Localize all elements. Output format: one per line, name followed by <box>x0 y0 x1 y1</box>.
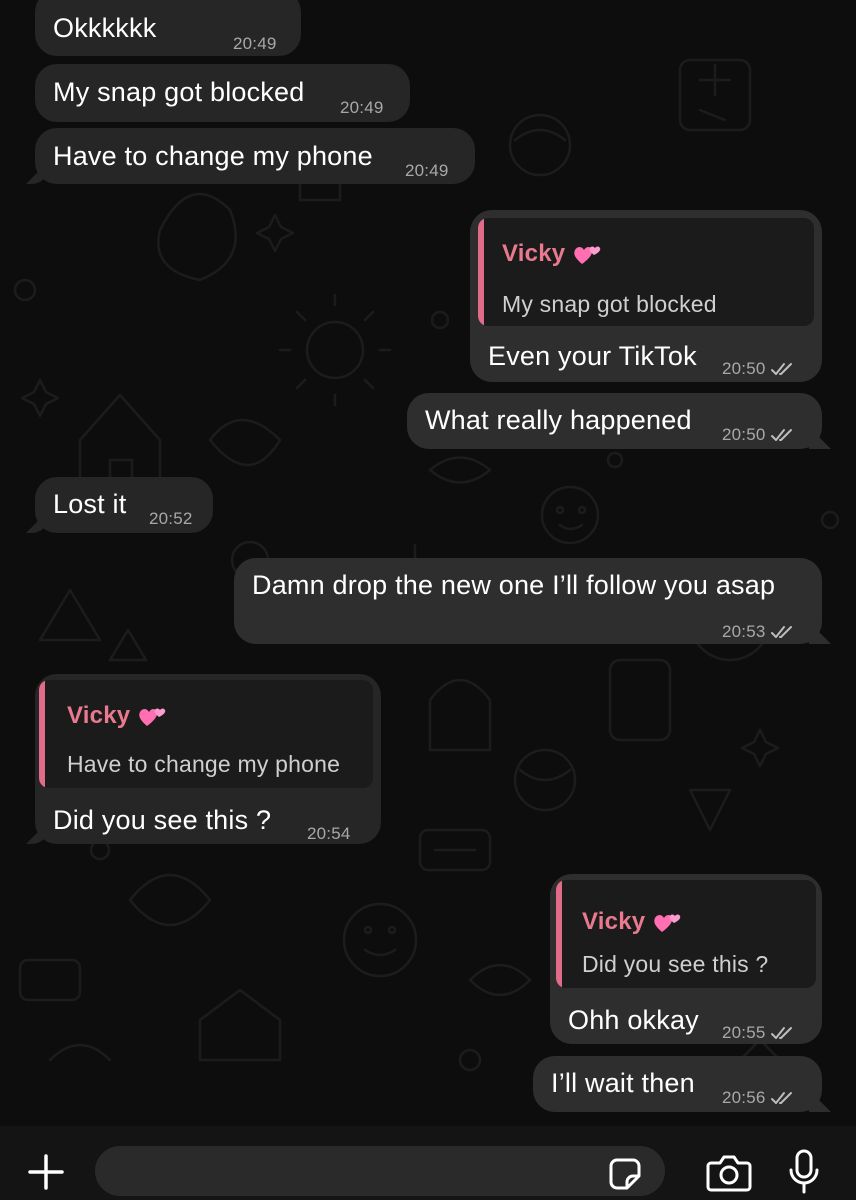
message-text: Have to change my phone <box>53 141 373 171</box>
two-hearts-icon <box>574 246 601 264</box>
sticker-icon <box>609 1158 641 1190</box>
message-incoming[interactable]: Lost it 20:52 <box>35 477 213 533</box>
message-time: 20:52 <box>149 509 193 528</box>
message-text: I’ll wait then <box>551 1068 695 1098</box>
message-text: Lost it <box>53 489 127 519</box>
voice-record-button[interactable] <box>782 1146 826 1198</box>
double-check-icon <box>770 429 792 441</box>
message-time: 20:56 <box>722 1082 794 1114</box>
message-outgoing-reply[interactable]: Vicky Did you see this ? Ohh okkay 20:55 <box>550 874 822 1044</box>
two-hearts-icon <box>654 914 681 932</box>
quoted-text: My snap got blocked <box>502 291 717 317</box>
message-time: 20:49 <box>340 98 384 117</box>
double-check-icon <box>770 1092 792 1104</box>
message-time: 20:53 <box>722 616 794 648</box>
double-check-icon <box>770 1027 792 1039</box>
message-time: 20:54 <box>307 824 351 843</box>
plus-icon <box>28 1154 64 1190</box>
message-text: Even your TikTok <box>488 341 697 371</box>
message-time-label: 20:50 <box>722 359 766 378</box>
chat-area[interactable]: Okkkkkk 20:49 My snap got blocked 20:49 … <box>0 0 856 1126</box>
quote-accent-bar <box>39 680 45 788</box>
message-text: My snap got blocked <box>53 77 305 107</box>
message-time: 20:55 <box>722 1017 794 1049</box>
message-incoming[interactable]: Have to change my phone 20:49 <box>35 128 475 184</box>
microphone-icon <box>789 1149 819 1194</box>
message-time-label: 20:55 <box>722 1023 766 1042</box>
message-time-label: 20:56 <box>722 1088 766 1107</box>
quoted-message[interactable]: Vicky Did you see this ? <box>556 880 816 988</box>
quoted-text: Did you see this ? <box>582 951 769 977</box>
quoted-sender-name: Vicky <box>67 700 168 732</box>
camera-icon <box>706 1155 752 1192</box>
message-input[interactable] <box>95 1146 665 1196</box>
composer-bar <box>0 1126 856 1200</box>
message-text: Did you see this ? <box>53 805 272 835</box>
quoted-message[interactable]: Vicky Have to change my phone <box>39 680 373 788</box>
message-outgoing[interactable]: I’ll wait then 20:56 <box>533 1056 822 1112</box>
quote-accent-bar <box>478 218 484 326</box>
sticker-button[interactable] <box>603 1152 647 1196</box>
quoted-message[interactable]: Vicky My snap got blocked <box>478 218 814 326</box>
message-text: Okkkkkk <box>53 13 157 43</box>
message-time: 20:50 <box>722 353 794 385</box>
message-text: What really happened <box>425 405 692 435</box>
quote-accent-bar <box>556 880 562 988</box>
quoted-sender-name: Vicky <box>502 238 603 270</box>
message-time: 20:49 <box>233 34 277 53</box>
message-outgoing[interactable]: Damn drop the new one I’ll follow you as… <box>234 558 822 644</box>
message-text: Damn drop the new one I’ll follow you as… <box>252 570 776 600</box>
message-outgoing-reply[interactable]: Vicky My snap got blocked Even your TikT… <box>470 210 822 382</box>
double-check-icon <box>770 626 792 638</box>
quoted-sender-name: Vicky <box>582 906 683 938</box>
message-time-label: 20:50 <box>722 425 766 444</box>
message-incoming-reply[interactable]: Vicky Have to change my phone Did you se… <box>35 674 381 844</box>
quoted-text: Have to change my phone <box>67 751 341 777</box>
attach-button[interactable] <box>22 1148 70 1196</box>
message-outgoing[interactable]: What really happened 20:50 <box>407 393 822 449</box>
message-text: Ohh okkay <box>568 1005 699 1035</box>
message-time: 20:50 <box>722 419 794 451</box>
message-incoming[interactable]: Okkkkkk 20:49 <box>35 0 301 56</box>
double-check-icon <box>770 363 792 375</box>
message-incoming[interactable]: My snap got blocked 20:49 <box>35 64 410 122</box>
two-hearts-icon <box>139 708 166 726</box>
message-time-label: 20:53 <box>722 622 766 641</box>
camera-button[interactable] <box>702 1150 756 1196</box>
message-time: 20:49 <box>405 161 449 180</box>
